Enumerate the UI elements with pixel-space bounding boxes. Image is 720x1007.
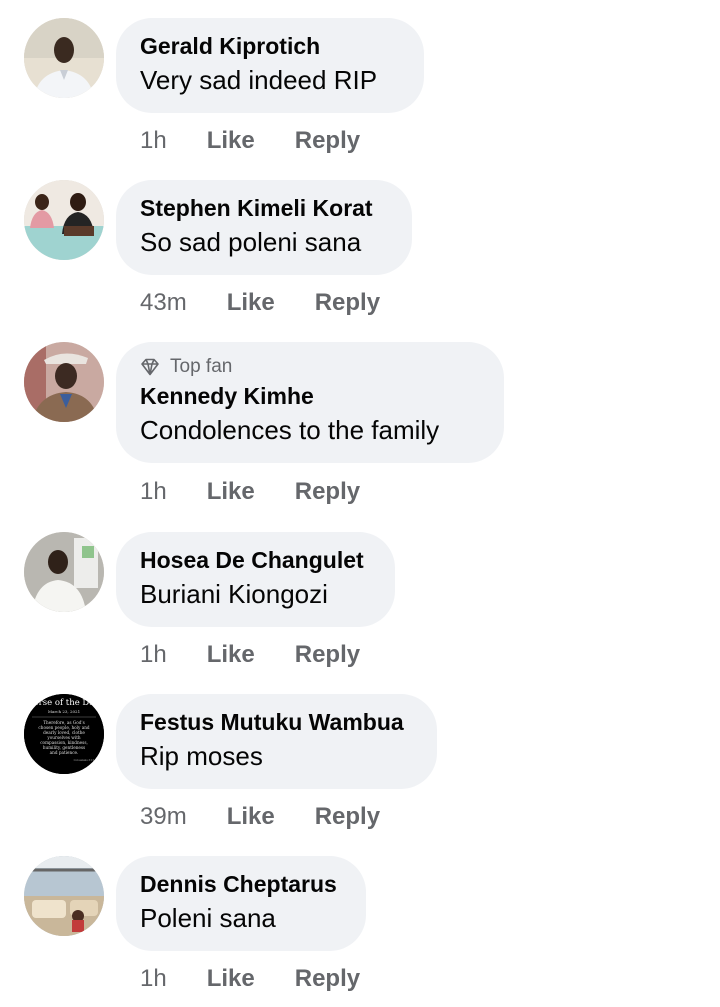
like-button[interactable]: Like (227, 803, 275, 831)
reply-button[interactable]: Reply (295, 478, 360, 506)
comment-author[interactable]: Gerald Kiprotich (140, 32, 400, 60)
top-fan-badge: Top fan (140, 356, 480, 378)
comment-author[interactable]: Hosea De Changulet (140, 546, 371, 574)
like-button[interactable]: Like (227, 289, 275, 317)
top-fan-label: Top fan (170, 356, 233, 377)
comment-text: Condolences to the family (140, 415, 440, 445)
like-button[interactable]: Like (207, 478, 255, 506)
comment-text: So sad poleni sana (140, 227, 362, 257)
comment-time[interactable]: 1h (140, 478, 167, 506)
comment-time[interactable]: 1h (140, 641, 167, 669)
avatar[interactable] (24, 342, 104, 422)
diamond-icon (141, 358, 159, 376)
avatar[interactable] (24, 856, 104, 936)
verse-line: and patience. (50, 750, 79, 755)
man-in-white-shirt-avatar-icon (24, 532, 104, 612)
man-in-white-shirt-avatar-icon (24, 18, 104, 98)
like-button[interactable]: Like (207, 127, 255, 155)
comment-time[interactable]: 1h (140, 127, 167, 155)
verse-heading: erse of the Da (34, 698, 95, 708)
avatar[interactable] (24, 180, 104, 260)
comment-text: Poleni sana (140, 903, 276, 933)
comment-actions: 1h Like Reply (140, 126, 400, 156)
boat-deck-avatar-icon (24, 856, 104, 936)
reply-button[interactable]: Reply (315, 289, 380, 317)
comment-bubble[interactable]: Gerald Kiprotich Very sad indeed RIP (116, 18, 424, 113)
reply-button[interactable]: Reply (295, 965, 360, 993)
reply-button[interactable]: Reply (295, 127, 360, 155)
comment-author[interactable]: Dennis Cheptarus (140, 870, 342, 898)
avatar[interactable] (24, 18, 104, 98)
comment-actions: 43m Like Reply (140, 288, 420, 318)
comment-actions: 39m Like Reply (140, 802, 420, 832)
comment-text: Very sad indeed RIP (140, 65, 378, 95)
two-people-seated-avatar-icon (24, 180, 104, 260)
avatar[interactable]: erse of the Da March 23, 2021 Therefore,… (24, 694, 104, 774)
comment-bubble[interactable]: Dennis Cheptarus Poleni sana (116, 856, 366, 951)
comment-time[interactable]: 43m (140, 289, 187, 317)
comment-bubble[interactable]: Hosea De Changulet Buriani Kiongozi (116, 532, 395, 627)
man-in-hat-avatar-icon (24, 342, 104, 422)
verse-of-the-day-avatar-icon: erse of the Da March 23, 2021 Therefore,… (24, 694, 104, 774)
comment-text: Buriani Kiongozi (140, 579, 328, 609)
comment-time[interactable]: 39m (140, 803, 187, 831)
comment-bubble[interactable]: Top fan Kennedy Kimhe Condolences to the… (116, 342, 504, 463)
verse-reference: Colossians 3:12 (74, 758, 95, 762)
comment-author[interactable]: Stephen Kimeli Korat (140, 194, 388, 222)
reply-button[interactable]: Reply (295, 641, 360, 669)
verse-date: March 23, 2021 (48, 709, 80, 714)
comment-bubble[interactable]: Festus Mutuku Wambua Rip moses (116, 694, 437, 789)
comment-author[interactable]: Festus Mutuku Wambua (140, 708, 413, 736)
like-button[interactable]: Like (207, 641, 255, 669)
comment-author[interactable]: Kennedy Kimhe (140, 382, 480, 410)
comment-actions: 1h Like Reply (140, 964, 400, 994)
reply-button[interactable]: Reply (315, 803, 380, 831)
comment-text: Rip moses (140, 741, 263, 771)
comment-actions: 1h Like Reply (140, 640, 400, 670)
comment-actions: 1h Like Reply (140, 477, 400, 507)
like-button[interactable]: Like (207, 965, 255, 993)
comment-time[interactable]: 1h (140, 965, 167, 993)
avatar[interactable] (24, 532, 104, 612)
comment-bubble[interactable]: Stephen Kimeli Korat So sad poleni sana (116, 180, 412, 275)
